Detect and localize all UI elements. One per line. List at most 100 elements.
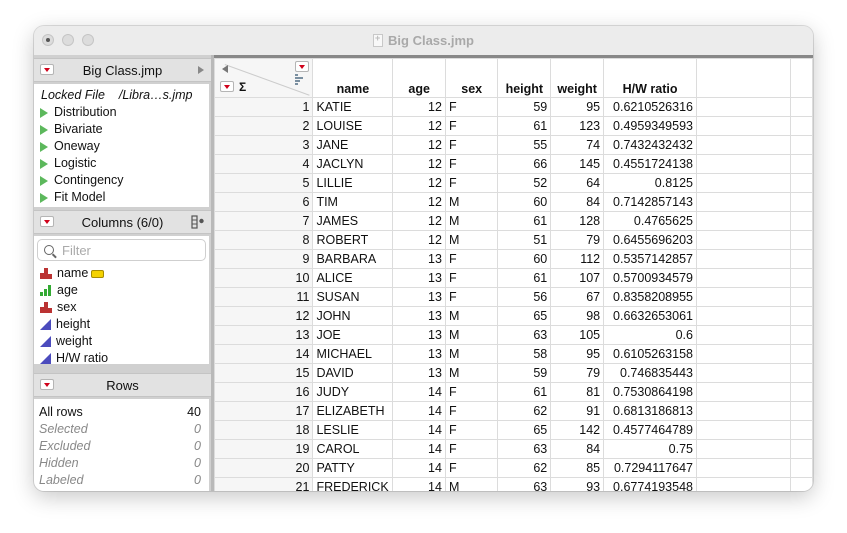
cell-sex[interactable]: F	[444, 249, 499, 269]
cell-sex[interactable]: M	[444, 363, 499, 383]
cell-height[interactable]: 63	[497, 477, 552, 491]
cell-weight[interactable]: 107	[550, 268, 605, 288]
empty-cell[interactable]	[695, 439, 792, 459]
row-number[interactable]: 21	[213, 477, 314, 491]
cell-height[interactable]: 65	[497, 420, 552, 440]
cell-age[interactable]: 14	[392, 401, 446, 421]
cell-hw-ratio[interactable]: 0.4765625	[603, 211, 697, 231]
cell-hw-ratio[interactable]: 0.7294117647	[603, 458, 697, 478]
table-row[interactable]: 20 PATTY 14 F 62 85 0.7294117647	[213, 458, 813, 478]
cell-weight[interactable]: 74	[550, 135, 605, 155]
cell-height[interactable]: 59	[497, 363, 552, 383]
table-row[interactable]: 13 JOE 13 M 63 105 0.6	[213, 325, 813, 345]
cell-name[interactable]: PATTY	[312, 458, 394, 478]
empty-cell[interactable]	[790, 439, 813, 459]
cell-hw-ratio[interactable]: 0.6455696203	[603, 230, 697, 250]
script-fit-model[interactable]: Fit Model	[34, 189, 209, 206]
run-script-icon[interactable]	[40, 124, 48, 135]
table-row[interactable]: 1 KATIE 12 F 59 95 0.6210526316	[213, 97, 813, 117]
cell-name[interactable]: TIM	[312, 192, 394, 212]
cell-weight[interactable]: 95	[550, 344, 605, 364]
cell-name[interactable]: LOUISE	[312, 116, 394, 136]
cell-height[interactable]: 66	[497, 154, 552, 174]
run-script-icon[interactable]	[40, 158, 48, 169]
cell-hw-ratio[interactable]: 0.6105263158	[603, 344, 697, 364]
cell-sex[interactable]: F	[444, 439, 499, 459]
close-window-button[interactable]	[42, 34, 54, 46]
cell-weight[interactable]: 128	[550, 211, 605, 231]
cell-sex[interactable]: F	[444, 458, 499, 478]
empty-cell[interactable]	[790, 192, 813, 212]
cell-weight[interactable]: 84	[550, 439, 605, 459]
cell-weight[interactable]: 142	[550, 420, 605, 440]
table-row[interactable]: 11 SUSAN 13 F 56 67 0.8358208955	[213, 287, 813, 307]
cell-height[interactable]: 60	[497, 192, 552, 212]
cell-weight[interactable]: 84	[550, 192, 605, 212]
empty-cell[interactable]	[790, 249, 813, 269]
cell-age[interactable]: 13	[392, 268, 446, 288]
cell-height[interactable]: 63	[497, 439, 552, 459]
cell-height[interactable]: 58	[497, 344, 552, 364]
cell-hw-ratio[interactable]: 0.7432432432	[603, 135, 697, 155]
rows-panel-header[interactable]: Rows	[34, 373, 211, 397]
cell-age[interactable]: 14	[392, 477, 446, 491]
cell-sex[interactable]: F	[444, 401, 499, 421]
cell-name[interactable]: MICHAEL	[312, 344, 394, 364]
empty-column-header[interactable]	[790, 58, 813, 98]
empty-cell[interactable]	[790, 363, 813, 383]
script-logistic[interactable]: Logistic	[34, 155, 209, 172]
empty-cell[interactable]	[790, 173, 813, 193]
back-arrow-icon[interactable]	[222, 65, 228, 73]
cell-age[interactable]: 13	[392, 325, 446, 345]
cell-name[interactable]: JUDY	[312, 382, 394, 402]
row-number[interactable]: 9	[213, 249, 314, 269]
empty-cell[interactable]	[695, 401, 792, 421]
cell-age[interactable]: 12	[392, 192, 446, 212]
empty-cell[interactable]	[695, 325, 792, 345]
empty-cell[interactable]	[695, 211, 792, 231]
row-number[interactable]: 12	[213, 306, 314, 326]
empty-cell[interactable]	[695, 173, 792, 193]
row-number[interactable]: 11	[213, 287, 314, 307]
cell-name[interactable]: LESLIE	[312, 420, 394, 440]
cell-weight[interactable]: 81	[550, 382, 605, 402]
cell-name[interactable]: ALICE	[312, 268, 394, 288]
row-number[interactable]: 13	[213, 325, 314, 345]
cell-weight[interactable]: 105	[550, 325, 605, 345]
empty-cell[interactable]	[790, 458, 813, 478]
cell-sex[interactable]: F	[444, 420, 499, 440]
cell-height[interactable]: 61	[497, 268, 552, 288]
cell-name[interactable]: JAMES	[312, 211, 394, 231]
table-row[interactable]: 5 LILLIE 12 F 52 64 0.8125	[213, 173, 813, 193]
empty-cell[interactable]	[695, 344, 792, 364]
empty-cell[interactable]	[695, 230, 792, 250]
table-row[interactable]: 16 JUDY 14 F 61 81 0.7530864198	[213, 382, 813, 402]
row-number[interactable]: 5	[213, 173, 314, 193]
cell-name[interactable]: BARBARA	[312, 249, 394, 269]
cell-height[interactable]: 51	[497, 230, 552, 250]
table-row[interactable]: 2 LOUISE 12 F 61 123 0.4959349593	[213, 116, 813, 136]
row-number[interactable]: 2	[213, 116, 314, 136]
cell-sex[interactable]: F	[444, 97, 499, 117]
cell-sex[interactable]: F	[444, 154, 499, 174]
table-row[interactable]: 9 BARBARA 13 F 60 112 0.5357142857	[213, 249, 813, 269]
columns-panel-header[interactable]: Columns (6/0)	[34, 210, 211, 234]
column-item-weight[interactable]: weight	[34, 333, 209, 350]
cell-name[interactable]: DAVID	[312, 363, 394, 383]
empty-cell[interactable]	[790, 268, 813, 288]
empty-cell[interactable]	[695, 382, 792, 402]
cell-sex[interactable]: M	[444, 477, 499, 491]
column-item-sex[interactable]: sex	[34, 299, 209, 316]
empty-cell[interactable]	[695, 458, 792, 478]
minimize-window-button[interactable]	[62, 34, 74, 46]
cell-weight[interactable]: 67	[550, 287, 605, 307]
cell-age[interactable]: 13	[392, 306, 446, 326]
cell-age[interactable]: 12	[392, 230, 446, 250]
run-script-icon[interactable]	[40, 175, 48, 186]
column-header-sex[interactable]: sex	[444, 58, 499, 98]
cell-sex[interactable]: F	[444, 135, 499, 155]
cell-sex[interactable]: F	[444, 268, 499, 288]
empty-cell[interactable]	[695, 116, 792, 136]
row-number[interactable]: 15	[213, 363, 314, 383]
cell-name[interactable]: ROBERT	[312, 230, 394, 250]
